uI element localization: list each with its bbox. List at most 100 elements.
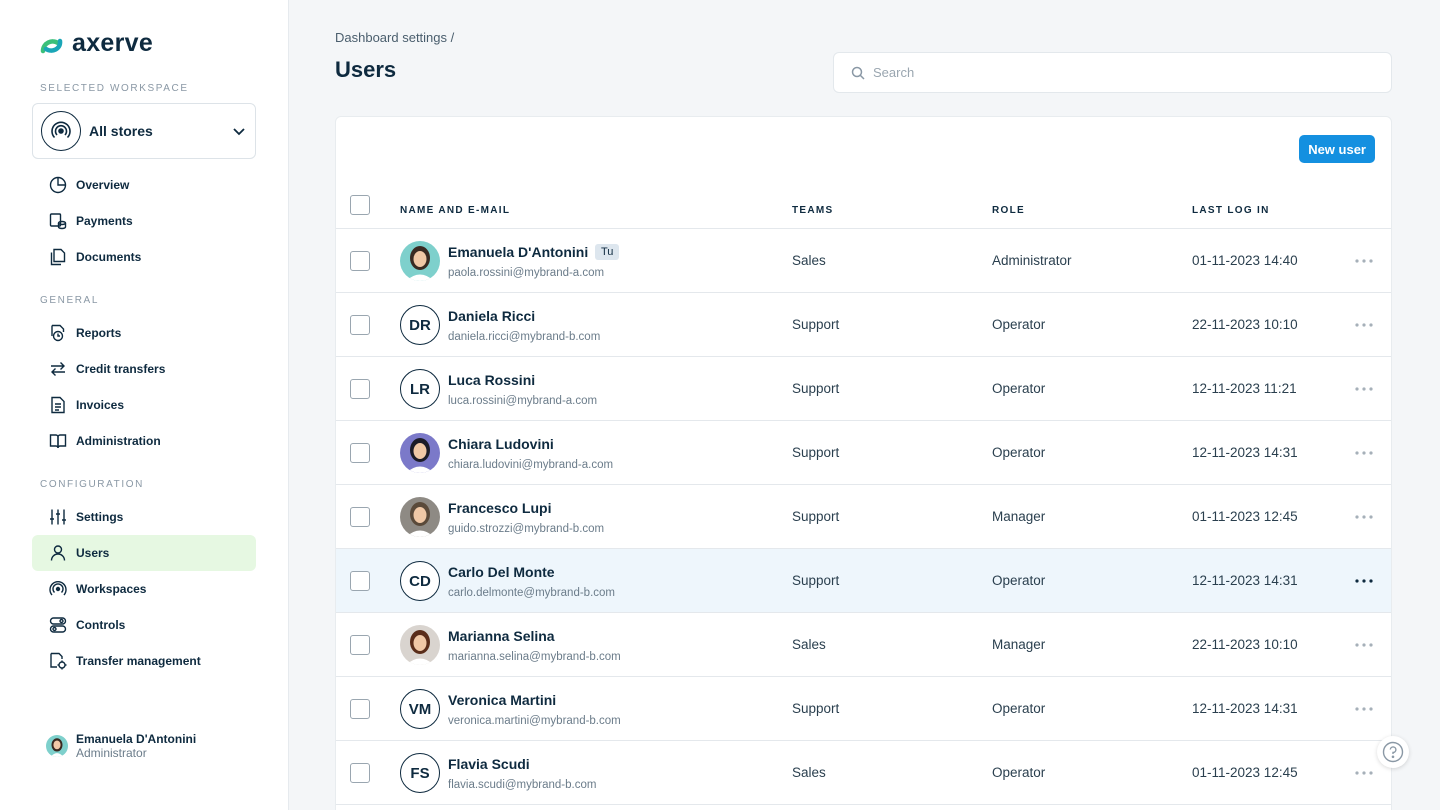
invoice-icon [48, 395, 68, 415]
user-team: Support [792, 573, 840, 588]
current-user[interactable]: Emanuela D'Antonini Administrator [46, 732, 196, 760]
brand-name: axerve [72, 29, 154, 57]
avatar: CD [400, 561, 440, 601]
user-name[interactable]: Flavia Scudi [448, 756, 530, 772]
table-row[interactable]: Marianna Selina marianna.selina@mybrand-b… [336, 613, 1391, 677]
user-name[interactable]: Chiara Ludovini [448, 436, 554, 452]
user-email: luca.rossini@mybrand-a.com [448, 395, 598, 407]
row-checkbox[interactable] [350, 507, 370, 527]
more-options-icon[interactable] [1354, 699, 1374, 719]
sidebar-item-settings[interactable]: Settings [32, 499, 256, 535]
user-last-login: 12-11-2023 14:31 [1192, 445, 1298, 460]
sidebar-item-workspaces[interactable]: Workspaces [32, 571, 256, 607]
column-header-last-login[interactable]: LAST LOG IN [1192, 205, 1270, 216]
row-checkbox[interactable] [350, 315, 370, 335]
table-row[interactable]: CD Carlo Del Monte carlo.delmonte@mybrand-… [336, 549, 1391, 613]
more-options-icon[interactable] [1354, 507, 1374, 527]
user-team: Support [792, 381, 840, 396]
row-checkbox[interactable] [350, 443, 370, 463]
new-user-button[interactable]: New user [1299, 135, 1375, 163]
sidebar-item-credit-transfers[interactable]: Credit transfers [32, 351, 256, 387]
table-row[interactable]: Chiara Ludovini chiara.ludovini@mybrand-a… [336, 421, 1391, 485]
question-mark-icon [1382, 741, 1404, 763]
more-options-icon[interactable] [1354, 763, 1374, 783]
sidebar-item-users[interactable]: Users [32, 535, 256, 571]
user-email: daniela.ricci@mybrand-b.com [448, 331, 601, 343]
user-name[interactable]: Veronica Martini [448, 692, 556, 708]
sidebar-item-label: Invoices [76, 398, 125, 412]
sidebar-item-reports[interactable]: Reports [32, 315, 256, 351]
row-checkbox[interactable] [350, 379, 370, 399]
axerve-logo-mark-icon [40, 38, 63, 53]
more-options-icon[interactable] [1354, 443, 1374, 463]
table-row[interactable]: LR Luca Rossini luca.rossini@mybrand-a.com… [336, 357, 1391, 421]
user-name[interactable]: Luca Rossini [448, 372, 535, 388]
column-header-role[interactable]: ROLE [992, 205, 1025, 216]
sidebar-item-payments[interactable]: Payments [32, 203, 256, 239]
select-all-checkbox[interactable] [350, 195, 370, 215]
sidebar-item-controls[interactable]: Controls [32, 607, 256, 643]
sidebar-item-transfer-management[interactable]: Transfer management [32, 643, 256, 679]
sidebar-item-label: Transfer management [76, 654, 201, 668]
search-box[interactable] [833, 52, 1392, 93]
user-last-login: 22-11-2023 10:10 [1192, 317, 1298, 332]
sidebar-item-administration[interactable]: Administration [32, 423, 256, 459]
avatar [400, 497, 440, 537]
user-team: Support [792, 317, 840, 332]
current-user-role: Administrator [76, 746, 147, 760]
column-header-name[interactable]: NAME AND E-MAIL [400, 205, 510, 216]
row-checkbox[interactable] [350, 635, 370, 655]
breadcrumb[interactable]: Dashboard settings / [335, 30, 454, 45]
user-name[interactable]: Francesco Lupi [448, 500, 551, 516]
help-button[interactable] [1377, 736, 1409, 768]
row-checkbox[interactable] [350, 251, 370, 271]
transfer-management-icon [48, 651, 68, 671]
column-header-teams[interactable]: TEAMS [792, 205, 834, 216]
sidebar-item-label: Workspaces [76, 582, 147, 596]
more-options-icon[interactable] [1354, 315, 1374, 335]
user-role: Operator [992, 317, 1046, 332]
user-name[interactable]: Marianna Selina [448, 628, 555, 644]
avatar [46, 735, 68, 757]
sidebar: axerve SELECTED WORKSPACE All stores Ove… [0, 0, 289, 810]
book-icon [48, 431, 68, 451]
user-role: Operator [992, 573, 1046, 588]
row-checkbox[interactable] [350, 571, 370, 591]
row-checkbox[interactable] [350, 699, 370, 719]
sidebar-item-invoices[interactable]: Invoices [32, 387, 256, 423]
more-options-icon[interactable] [1354, 251, 1374, 271]
avatar: LR [400, 369, 440, 409]
table-row[interactable]: VM Veronica Martini veronica.martini@mybra… [336, 677, 1391, 741]
table-row[interactable]: Francesco Lupi guido.strozzi@mybrand-b.co… [336, 485, 1391, 549]
user-last-login: 12-11-2023 14:31 [1192, 701, 1298, 716]
user-team: Sales [792, 253, 826, 268]
user-name[interactable]: Emanuela D'Antonini [448, 244, 588, 260]
more-options-icon[interactable] [1354, 379, 1374, 399]
row-checkbox[interactable] [350, 763, 370, 783]
sidebar-item-documents[interactable]: Documents [32, 239, 256, 275]
table-row[interactable]: Emanuela D'Antonini Tu paola.rossini@mybra… [336, 229, 1391, 293]
user-role: Operator [992, 765, 1046, 780]
sidebar-item-overview[interactable]: Overview [32, 167, 256, 203]
more-options-icon[interactable] [1354, 635, 1374, 655]
user-name[interactable]: Daniela Ricci [448, 308, 535, 324]
search-input[interactable] [873, 65, 1353, 80]
workspace-selector[interactable]: All stores [32, 103, 256, 159]
workspace-section-label: SELECTED WORKSPACE [40, 83, 189, 94]
workspaces-icon [48, 579, 68, 599]
user-team: Support [792, 445, 840, 460]
user-last-login: 12-11-2023 14:31 [1192, 573, 1298, 588]
user-name[interactable]: Carlo Del Monte [448, 564, 555, 580]
user-team: Sales [792, 637, 826, 652]
table-row[interactable]: DR Daniela Ricci daniela.ricci@mybrand-b.c… [336, 293, 1391, 357]
sliders-icon [48, 507, 68, 527]
table-row[interactable]: FS Flavia Scudi flavia.scudi@mybrand-b.com… [336, 741, 1391, 805]
sidebar-item-label: Payments [76, 214, 133, 228]
axerve-logo[interactable]: axerve [40, 29, 153, 58]
users-table-card: New user NAME AND E-MAIL TEAMS ROLE LAST… [335, 116, 1392, 810]
user-email: guido.strozzi@mybrand-b.com [448, 523, 605, 535]
more-options-icon[interactable] [1354, 571, 1374, 591]
sidebar-item-label: Reports [76, 326, 122, 340]
documents-icon [48, 247, 68, 267]
chevron-down-icon [233, 128, 245, 136]
